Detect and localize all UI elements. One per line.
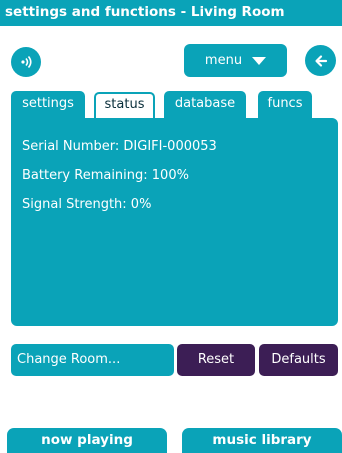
nav-music-library[interactable]: music library bbox=[182, 428, 342, 453]
reset-button[interactable]: Reset bbox=[177, 344, 255, 376]
signal-strength-text: Signal Strength: 0% bbox=[22, 197, 152, 212]
defaults-button[interactable]: Defaults bbox=[259, 344, 338, 376]
nav-now-playing[interactable]: now playing bbox=[7, 428, 167, 453]
speaker-button[interactable] bbox=[11, 47, 41, 77]
tab-database[interactable]: database bbox=[164, 91, 246, 119]
chevron-down-icon bbox=[252, 56, 267, 65]
speaker-icon bbox=[21, 55, 32, 69]
menu-dropdown-button[interactable]: menu bbox=[184, 44, 287, 77]
back-arrow-icon bbox=[314, 54, 327, 67]
change-room-button[interactable]: Change Room... bbox=[11, 344, 174, 376]
battery-remaining-text: Battery Remaining: 100% bbox=[22, 168, 189, 183]
back-button[interactable] bbox=[305, 45, 336, 76]
tab-funcs[interactable]: funcs bbox=[258, 91, 312, 119]
window-title: settings and functions - Living Room bbox=[5, 4, 285, 20]
tab-settings[interactable]: settings bbox=[11, 91, 85, 119]
tab-status[interactable]: status bbox=[94, 92, 155, 118]
serial-number-text: Serial Number: DIGIFI-000053 bbox=[22, 139, 217, 154]
menu-label: menu bbox=[204, 53, 243, 68]
